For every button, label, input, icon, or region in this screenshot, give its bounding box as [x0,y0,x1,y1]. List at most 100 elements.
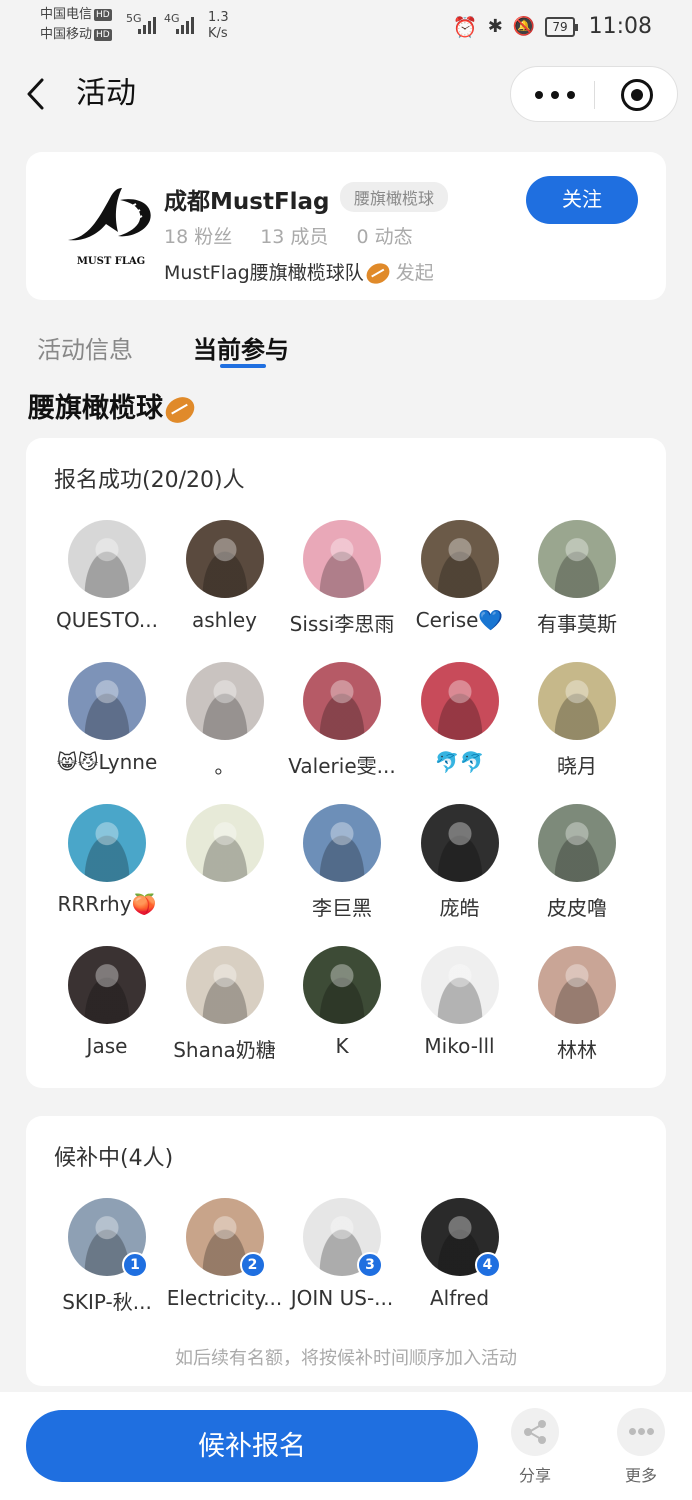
participant[interactable]: 晓月 [518,662,636,779]
waitlist-person[interactable]: 2 Electricity... [166,1198,284,1310]
signup-card: 报名成功(20/20)人 QUESTO... ashley Sissi李思雨 Ceri… [26,438,666,1088]
participant-name: 。 [214,754,235,778]
participant[interactable]: 皮皮噜 [518,804,636,921]
club-tag: 腰旗橄榄球 [340,182,449,212]
tab-activity-info[interactable]: 活动信息 [37,330,133,365]
avatar-wrapper [185,520,264,598]
more-button[interactable]: 更多 [606,1408,676,1486]
avatar-wrapper: 1 [68,1198,148,1278]
waitlist-person[interactable]: 1 SKIP-秋... [48,1198,166,1315]
fans-count: 18 粉丝 [164,226,233,248]
participant-name: 林林 [557,1038,597,1062]
tab-underline [220,364,266,368]
club-card[interactable]: MUST FLAG 成都MustFlag 腰旗橄榄球 18 粉丝 13 成员 0… [26,152,666,300]
activity-title: 腰旗橄榄球 [28,386,199,428]
avatar-wrapper [68,520,146,598]
participant-name: K [335,1034,349,1058]
avatar-wrapper [420,520,499,598]
avatar [185,520,264,598]
signal-icon [138,14,160,34]
avatar-wrapper [538,520,616,598]
club-logo: MUST FLAG [58,180,164,276]
football-icon [362,259,393,288]
avatar [185,946,264,1024]
participant[interactable]: 🐬🐬 [401,662,519,774]
participant[interactable]: Jase [48,946,166,1058]
chevron-left-icon [27,78,44,110]
members-count: 13 成员 [260,226,329,248]
participant[interactable]: QUESTO... [48,520,166,632]
avatar [303,946,381,1024]
participant[interactable]: 。 [166,662,284,779]
avatar-wrapper [68,662,146,740]
participant[interactable]: ashley [166,520,284,632]
avatar [420,662,499,740]
avatar [538,662,616,740]
page-title: 活动 [76,76,136,111]
participant[interactable]: 😸😼Lynne [48,662,166,774]
participant[interactable]: Cerise💙 [401,520,519,632]
avatar-wrapper [420,946,499,1024]
avatar [185,662,264,740]
clock: 11:08 [588,14,652,39]
participant-name: SKIP-秋... [62,1290,152,1314]
participant[interactable]: RRRrhy🍑 [48,804,166,916]
waitlist-title: 候补中(4人) [54,1146,174,1171]
avatar-wrapper [185,946,264,1024]
participant[interactable]: 庞皓 [401,804,519,921]
avatar-wrapper: 2 [185,1198,266,1278]
status-icons: ⏰ ✱ 🔕 79 11:08 [453,14,652,39]
participant[interactable]: Miko-lll [401,946,519,1058]
participant[interactable]: 有事莫斯 [518,520,636,637]
back-button[interactable] [22,76,52,112]
participant-name: Valerie雯... [288,754,396,778]
share-label: 分享 [518,1466,551,1485]
waitlist-note: 如后续有名额，将按候补时间顺序加入活动 [175,1348,517,1369]
waitlist-person[interactable]: 4 Alfred [401,1198,519,1310]
nav-bar: 活动 [0,52,692,136]
share-button[interactable]: 分享 [500,1408,570,1486]
avatar [538,946,616,1024]
avatar-wrapper [303,520,381,598]
participant[interactable]: 林林 [518,946,636,1063]
participant[interactable]: 李巨黑 [283,804,401,921]
follow-button[interactable]: 关注 [526,176,638,224]
participant-name: Cerise💙 [415,608,504,632]
network-speed-unit: K/s [208,26,228,41]
participant-name: Miko-lll [424,1034,495,1058]
avatar-wrapper [68,946,146,1024]
avatar [68,804,146,882]
avatar [303,520,381,598]
posts-count: 0 动态 [356,226,413,248]
network-speed-value: 1.3 [208,10,229,25]
participant-name: 晓月 [557,754,597,778]
participant[interactable]: Shana奶糖 [166,946,284,1063]
close-mini-program-button[interactable] [621,79,653,111]
avatar [68,520,146,598]
participant-name: Electricity... [166,1286,283,1310]
participant[interactable]: K [283,946,401,1058]
avatar [303,804,381,882]
tab-bar: 活动信息 当前参与 [0,324,692,374]
participant[interactable]: Valerie雯... [283,662,401,779]
club-desc-suffix: 发起 [395,262,434,284]
avatar-wrapper [68,804,146,882]
waitlist-signup-button[interactable]: 候补报名 [26,1410,478,1482]
avatar [68,662,146,740]
signal-icon [176,14,198,34]
waitlist-person[interactable]: 3 JOIN US-... [283,1198,401,1310]
participant[interactable]: Sissi李思雨 [283,520,401,637]
club-desc-text: MustFlag腰旗橄榄球队 [164,262,364,284]
bottom-bar: 候补报名 分享 更多 [0,1392,692,1500]
participant[interactable] [166,804,284,892]
avatar-wrapper [303,662,381,740]
mini-program-capsule [510,66,678,122]
bluetooth-icon: ✱ [487,16,503,37]
tab-current-participants[interactable]: 当前参与 [193,330,289,365]
alarm-icon: ⏰ [452,14,478,39]
carrier-2-label: 中国移动 [40,27,93,42]
avatar [538,520,616,598]
avatar [68,946,146,1024]
avatar-wrapper [185,804,264,882]
more-options-button[interactable] [533,81,577,109]
